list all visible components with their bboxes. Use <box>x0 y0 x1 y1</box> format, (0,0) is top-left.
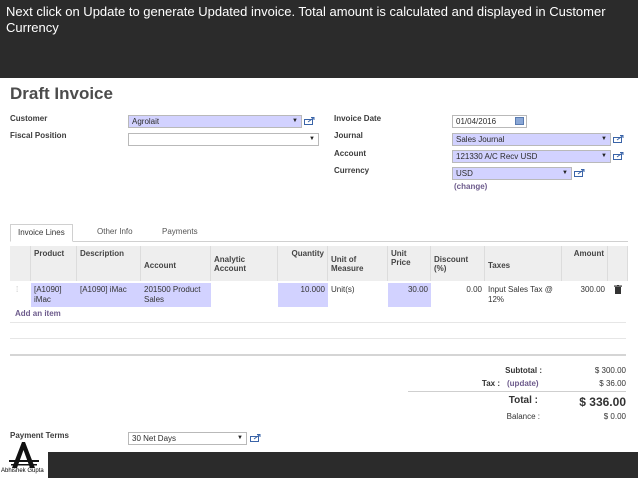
divider <box>10 354 626 356</box>
tab-bar: Invoice Lines Other Info Payments <box>10 224 628 242</box>
calendar-icon[interactable] <box>515 117 524 125</box>
cell-unit-price[interactable]: 30.00 <box>388 283 431 307</box>
footer-bar <box>48 452 638 478</box>
tax-value: $ 36.00 <box>599 379 626 388</box>
cell-amount: 300.00 <box>580 285 605 294</box>
divider <box>10 322 626 323</box>
invoice-date-input[interactable]: 01/04/2016 <box>452 115 527 128</box>
subtotal-value: $ 300.00 <box>594 366 626 375</box>
header-discount[interactable]: Discount (%) <box>431 246 485 281</box>
header-quantity[interactable]: Quantity <box>278 246 328 281</box>
cell-analytic-account[interactable] <box>211 283 278 307</box>
header-amount[interactable]: Amount <box>562 246 608 281</box>
invoice-date-value: 01/04/2016 <box>456 117 497 126</box>
cell-quantity[interactable]: 10.000 <box>278 283 328 307</box>
invoice-form-panel: Draft Invoice Customer Agrolait ▼ Fiscal… <box>0 78 638 452</box>
invoice-lines-table: Product Description Account Analytic Acc… <box>10 246 628 309</box>
instruction-text: Next click on Update to generate Updated… <box>6 4 606 35</box>
external-link-icon[interactable] <box>613 135 624 143</box>
author-name: Abhishek Gupta <box>1 468 44 474</box>
payment-terms-select[interactable]: 30 Net Days ▼ <box>128 432 247 445</box>
currency-value: USD <box>456 169 473 178</box>
external-link-icon[interactable] <box>574 169 585 177</box>
update-tax-link[interactable]: (update) <box>507 379 539 388</box>
customer-select[interactable]: Agrolait ▼ <box>128 115 302 128</box>
journal-value: Sales Journal <box>456 135 505 144</box>
currency-label: Currency <box>334 166 370 175</box>
journal-label: Journal <box>334 131 363 140</box>
chevron-down-icon: ▼ <box>601 136 607 142</box>
cell-taxes[interactable]: Input Sales Tax @ 12% <box>485 283 562 307</box>
cell-product[interactable]: [A1090] iMac <box>31 283 77 307</box>
trash-icon[interactable] <box>611 283 625 307</box>
total-value: $ 336.00 <box>579 395 626 409</box>
header-unit-of-measure[interactable]: Unit of Measure <box>328 246 388 281</box>
external-link-icon[interactable] <box>250 434 261 442</box>
account-label: Account <box>334 149 366 158</box>
tab-other-info[interactable]: Other Info <box>90 224 140 240</box>
drag-handle-icon[interactable]: ⁞ <box>13 283 31 307</box>
total-label: Total : <box>508 395 538 406</box>
chevron-down-icon: ▼ <box>601 153 607 159</box>
header-taxes[interactable]: Taxes <box>485 246 562 281</box>
chevron-down-icon: ▼ <box>237 435 243 441</box>
external-link-icon[interactable] <box>613 152 624 160</box>
chevron-down-icon: ▼ <box>292 118 298 124</box>
header-product[interactable]: Product <box>31 246 77 281</box>
tax-label: Tax : <box>481 379 500 388</box>
tab-payments[interactable]: Payments <box>155 224 205 240</box>
customer-label: Customer <box>10 114 48 123</box>
add-item-link[interactable]: Add an item <box>15 309 61 318</box>
table-header-handle <box>10 246 31 281</box>
change-currency-link[interactable]: (change) <box>454 182 487 191</box>
header-description[interactable]: Description <box>77 246 141 281</box>
page-title: Draft Invoice <box>10 84 113 103</box>
fiscal-position-label: Fiscal Position <box>10 131 67 140</box>
fiscal-position-select[interactable]: ▼ <box>128 133 319 146</box>
cell-description[interactable]: [A1090] iMac <box>77 283 141 307</box>
balance-value: $ 0.00 <box>603 412 626 421</box>
instruction-banner: Next click on Update to generate Updated… <box>0 0 638 78</box>
invoice-date-label: Invoice Date <box>334 114 382 123</box>
cell-discount[interactable]: 0.00 <box>431 283 485 307</box>
payment-terms-label: Payment Terms <box>10 431 69 440</box>
table-header-actions <box>608 246 628 281</box>
header-analytic-account[interactable]: Analytic Account <box>211 246 278 281</box>
account-select[interactable]: 121330 A/C Recv USD ▼ <box>452 150 611 163</box>
journal-select[interactable]: Sales Journal ▼ <box>452 133 611 146</box>
header-account[interactable]: Account <box>141 246 211 281</box>
payment-terms-value: 30 Net Days <box>132 434 177 443</box>
divider <box>10 338 626 339</box>
cell-unit-of-measure[interactable]: Unit(s) <box>328 283 388 307</box>
cell-account[interactable]: 201500 Product Sales <box>141 283 211 307</box>
chevron-down-icon: ▼ <box>309 136 315 142</box>
balance-label: Balance : <box>506 412 540 421</box>
account-value: 121330 A/C Recv USD <box>456 152 538 161</box>
totals-divider <box>408 391 626 392</box>
header-unit-price[interactable]: Unit Price <box>388 246 431 281</box>
currency-select[interactable]: USD ▼ <box>452 167 572 180</box>
tab-invoice-lines[interactable]: Invoice Lines <box>10 224 73 242</box>
subtotal-label: Subtotal : <box>505 366 542 375</box>
external-link-icon[interactable] <box>304 117 315 125</box>
chevron-down-icon: ▼ <box>562 170 568 176</box>
customer-value: Agrolait <box>132 117 160 126</box>
